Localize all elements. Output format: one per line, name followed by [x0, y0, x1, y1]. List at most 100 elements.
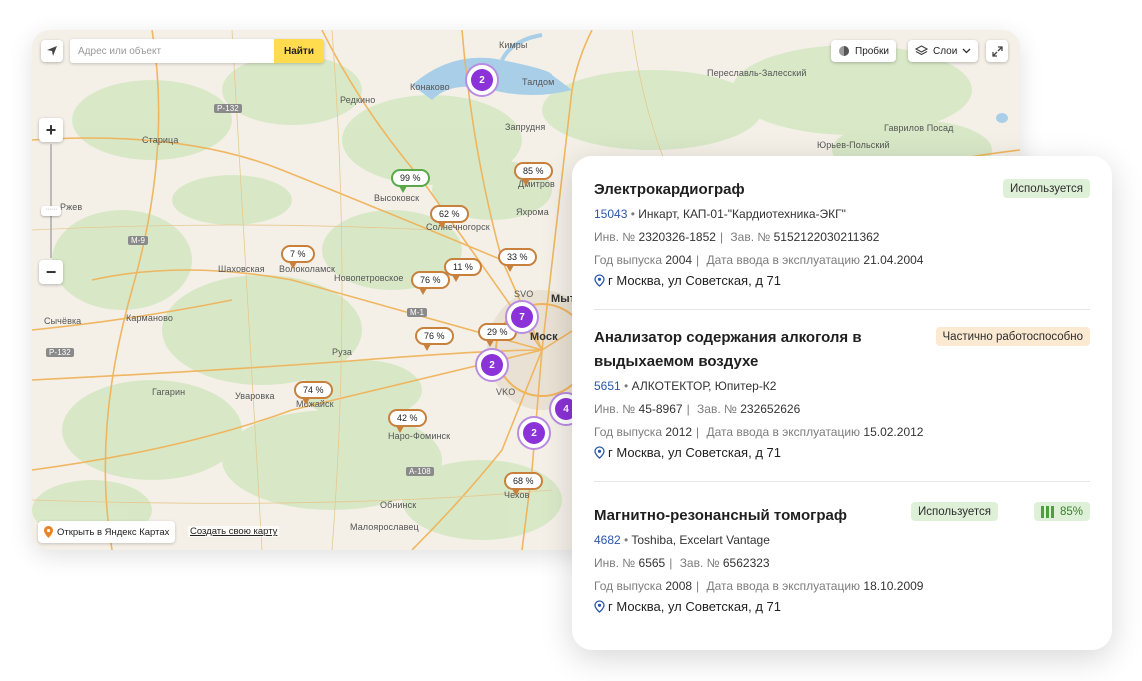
- equipment-id-link[interactable]: 15043: [594, 207, 627, 221]
- equipment-model-line: 5651 • АЛКОТЕКТОР, Юпитер-К2: [594, 379, 777, 393]
- fullscreen-button[interactable]: [986, 40, 1008, 62]
- zav-number: 6562323: [722, 556, 770, 570]
- map-marker[interactable]: 7 %: [281, 245, 315, 269]
- equipment-title-line-2: выдыхаемом воздухе: [594, 353, 759, 370]
- equipment-id-link[interactable]: 4682: [594, 533, 621, 547]
- traffic-label: Пробки: [855, 45, 889, 57]
- map-cluster[interactable]: 2: [465, 63, 499, 97]
- map-marker[interactable]: 68 %: [504, 472, 543, 496]
- inv-label: Инв. №: [594, 230, 636, 244]
- map-label: Запрудня: [505, 122, 546, 132]
- road-label: P-132: [46, 348, 74, 357]
- address-text: г Москва, ул Советская, д 71: [608, 445, 781, 460]
- date-label: Дата ввода в эксплуатацию: [706, 425, 861, 439]
- zoom-slider-track[interactable]: [50, 144, 52, 258]
- map-label: Малоярославец: [350, 522, 419, 532]
- map-marker[interactable]: 99 %: [391, 169, 430, 193]
- location-arrow-icon: [47, 46, 57, 56]
- date-value: 21.04.2004: [863, 253, 924, 267]
- open-in-yandex-maps-button[interactable]: Открыть в Яндекс Картах: [38, 521, 176, 543]
- map-cluster[interactable]: 2: [475, 348, 509, 382]
- map-label: Яхрома: [516, 207, 549, 217]
- map-marker[interactable]: 62 %: [430, 205, 469, 229]
- equipment-address: г Москва, ул Советская, д 71: [594, 445, 1090, 460]
- equipment-panel: Электрокардиограф Используется 15043 • И…: [572, 156, 1112, 650]
- map-cluster-count: 2: [471, 69, 493, 91]
- equipment-item[interactable]: Анализатор содержания алкоголя в выдыхае…: [594, 310, 1090, 482]
- road-label: A-108: [406, 467, 434, 476]
- equipment-dates-line: Год выпуска 2004 | Дата ввода в эксплуата…: [594, 253, 924, 267]
- date-value: 15.02.2012: [863, 425, 924, 439]
- map-search-button[interactable]: Найти: [274, 39, 324, 63]
- map-marker[interactable]: 42 %: [388, 409, 427, 433]
- map-label: Моск: [530, 331, 558, 343]
- traffic-button[interactable]: Пробки: [831, 40, 896, 62]
- map-label: Карманово: [126, 313, 174, 323]
- year-label: Год выпуска: [594, 253, 662, 267]
- chevron-down-icon: [962, 48, 971, 54]
- map-pin-icon: [594, 446, 605, 459]
- map-search-input[interactable]: [70, 39, 274, 63]
- map-label: Волоколамск: [279, 264, 335, 274]
- layers-label: Слои: [933, 45, 958, 57]
- map-label: Редкино: [340, 95, 376, 105]
- year-value: 2012: [665, 425, 693, 439]
- map-marker[interactable]: 76 %: [415, 327, 454, 351]
- equipment-address: г Москва, ул Советская, д 71: [594, 273, 1090, 288]
- map-label: VKO: [496, 387, 516, 397]
- zav-number: 232652626: [740, 402, 801, 416]
- geolocation-button[interactable]: [41, 40, 63, 62]
- map-marker[interactable]: 74 %: [294, 381, 333, 405]
- layers-button[interactable]: Слои: [908, 40, 979, 62]
- map-label: Солнечногорск: [426, 222, 490, 232]
- zav-number: 5152122030211362: [773, 230, 880, 244]
- date-value: 18.10.2009: [863, 579, 924, 593]
- status-badge: Частично работоспособно: [935, 327, 1090, 346]
- map-marker[interactable]: 33 %: [498, 248, 537, 272]
- equipment-model-line: 4682 • Toshiba, Excelart Vantage: [594, 533, 770, 547]
- map-label: Переславль-Залесский: [707, 68, 807, 78]
- map-label: Высоковск: [374, 193, 420, 203]
- zav-label: Зав. №: [730, 230, 771, 244]
- map-marker[interactable]: 11 %: [444, 258, 482, 282]
- address-text: г Москва, ул Советская, д 71: [608, 273, 781, 288]
- stage: Кимры Конаково Талдом Редкино Запрудня П…: [0, 0, 1142, 681]
- map-cluster-count: 7: [511, 306, 533, 328]
- status-badge: Используется: [1003, 179, 1090, 198]
- equipment-numbers-line: Инв. № 6565 | Зав. № 6562323: [594, 556, 770, 570]
- equipment-id-link[interactable]: 5651: [594, 379, 621, 393]
- map-cluster[interactable]: 7: [505, 300, 539, 334]
- equipment-model-line: 15043 • Инкарт, КАП-01-"Кардиотехника-ЭК…: [594, 207, 846, 221]
- date-label: Дата ввода в эксплуатацию: [706, 579, 861, 593]
- year-value: 2008: [665, 579, 693, 593]
- address-text: г Москва, ул Советская, д 71: [608, 599, 781, 614]
- road-label: P-132: [214, 104, 242, 113]
- road-label: M-9: [128, 236, 149, 245]
- map-pin-icon: [594, 600, 605, 613]
- zoom-in-button[interactable]: +: [39, 118, 63, 142]
- road-label: M-1: [407, 308, 428, 317]
- zoom-slider-handle[interactable]: ⋯⋯: [41, 206, 61, 216]
- create-map-link[interactable]: Создать свою карту: [188, 526, 280, 537]
- map-label: Конаково: [410, 82, 450, 92]
- equipment-model: АЛКОТЕКТОР, Юпитер-К2: [631, 379, 777, 393]
- map-marker[interactable]: 85 %: [514, 162, 553, 186]
- map-cluster[interactable]: 2: [517, 416, 551, 450]
- map-marker[interactable]: 76 %: [411, 271, 450, 295]
- map-label: Юрьев-Польский: [817, 140, 890, 150]
- traffic-icon: [839, 46, 849, 56]
- equipment-numbers-line: Инв. № 45-8967 | Зав. № 232652626: [594, 402, 801, 416]
- inv-number: 2320326-1852: [638, 230, 716, 244]
- equipment-dates-line: Год выпуска 2012 | Дата ввода в эксплуата…: [594, 425, 924, 439]
- equipment-item[interactable]: Электрокардиограф Используется 15043 • И…: [594, 156, 1090, 310]
- equipment-model: Инкарт, КАП-01-"Кардиотехника-ЭКГ": [638, 207, 846, 221]
- map-search: Найти: [70, 39, 324, 63]
- load-badge: 85%: [1033, 502, 1090, 521]
- map-label: Ржев: [60, 202, 83, 212]
- zoom-out-button[interactable]: −: [39, 260, 63, 284]
- map-pin-icon: [594, 274, 605, 287]
- equipment-address: г Москва, ул Советская, д 71: [594, 599, 1090, 614]
- equipment-item[interactable]: Магнитно-резонансный томограф Использует…: [594, 482, 1090, 622]
- zav-label: Зав. №: [679, 556, 720, 570]
- load-value: 85%: [1059, 505, 1083, 518]
